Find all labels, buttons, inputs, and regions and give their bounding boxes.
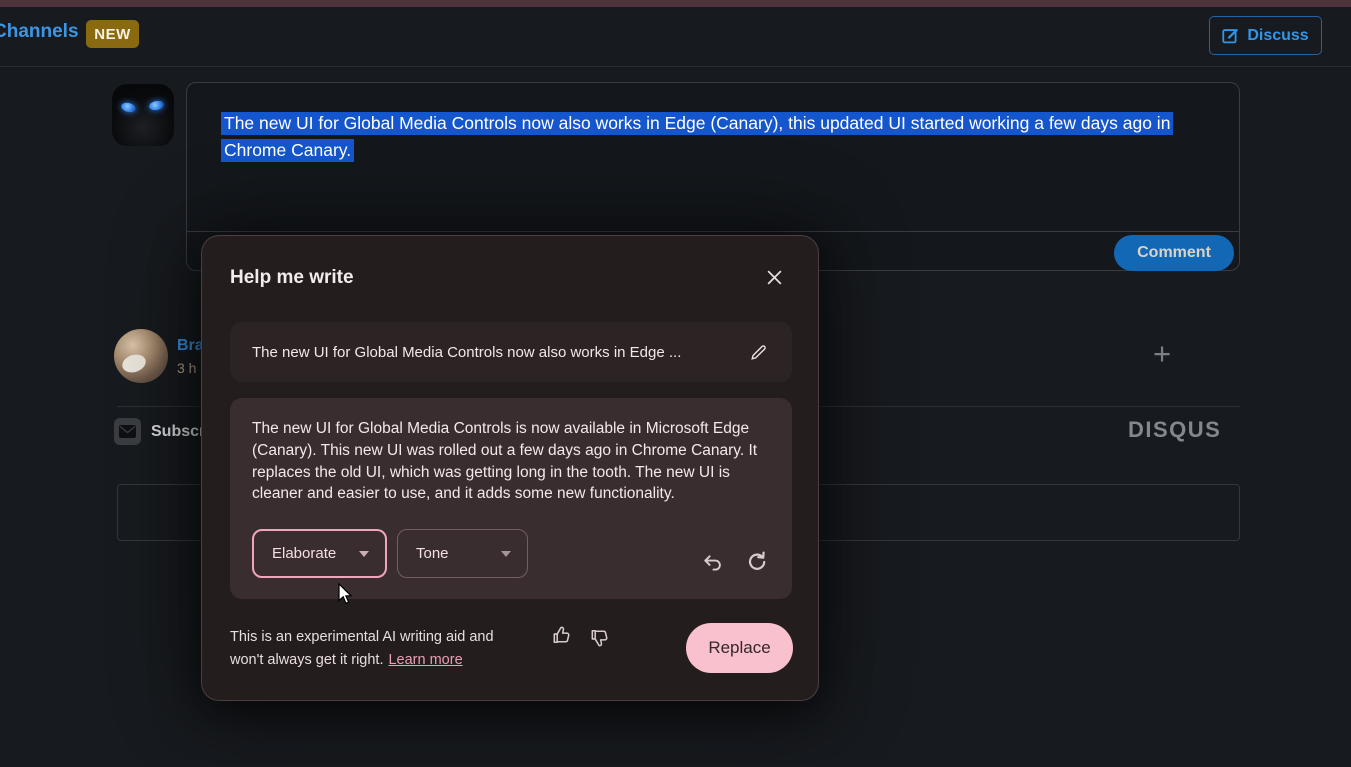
- tone-dropdown[interactable]: Tone: [397, 529, 528, 578]
- pencil-icon[interactable]: [749, 343, 768, 362]
- comment-button[interactable]: Comment: [1114, 235, 1234, 271]
- prompt-preview[interactable]: The new UI for Global Media Controls now…: [230, 322, 792, 382]
- cat-eye-icon: [120, 101, 137, 114]
- generated-text: The new UI for Global Media Controls is …: [252, 420, 758, 503]
- subscribe-control[interactable]: Subscr: [114, 418, 205, 445]
- generated-text-box: The new UI for Global Media Controls is …: [230, 398, 792, 599]
- help-me-write-dialog: Help me write The new UI for Global Medi…: [201, 235, 819, 701]
- chevron-down-icon: [359, 550, 369, 557]
- dialog-title: Help me write: [230, 267, 354, 288]
- plus-icon[interactable]: +: [1153, 336, 1171, 372]
- learn-more-link[interactable]: Learn more: [388, 652, 462, 668]
- page: Channels NEW Discuss The new UI for Glob…: [0, 0, 1351, 767]
- rewrite-option-label: Elaborate: [272, 545, 337, 562]
- discuss-label: Discuss: [1247, 26, 1309, 44]
- undo-button[interactable]: [701, 551, 724, 574]
- commenter-avatar: [112, 84, 174, 146]
- replace-button[interactable]: Replace: [686, 623, 793, 673]
- prompt-preview-text: The new UI for Global Media Controls now…: [252, 343, 682, 361]
- x-icon: [765, 268, 791, 287]
- comment-timestamp[interactable]: 3 h: [177, 360, 196, 376]
- mouse-cursor: [338, 582, 355, 611]
- rewrite-option-dropdown[interactable]: Elaborate: [252, 529, 387, 578]
- thumb-up-icon: [550, 624, 573, 647]
- comment-author-name[interactable]: Bra: [177, 337, 204, 355]
- subscribe-label: Subscr: [151, 422, 206, 440]
- new-badge: NEW: [86, 20, 139, 48]
- regenerate-button[interactable]: [745, 550, 769, 574]
- thumbs-down-button[interactable]: [588, 626, 611, 649]
- discuss-button[interactable]: Discuss: [1209, 16, 1322, 55]
- chevron-down-icon: [501, 550, 511, 557]
- thumb-down-icon: [588, 626, 611, 649]
- header-divider: [0, 66, 1351, 67]
- disclaimer-line1: This is an experimental AI writing aid a…: [230, 629, 494, 645]
- cat-eye-icon: [148, 99, 165, 112]
- close-button[interactable]: [765, 264, 791, 290]
- redo-arrow-icon: [745, 550, 769, 574]
- undo-arrow-icon: [701, 551, 724, 574]
- selected-text: The new UI for Global Media Controls now…: [221, 112, 1174, 162]
- envelope-icon: [114, 418, 141, 445]
- tone-label: Tone: [416, 545, 449, 562]
- thumbs-up-button[interactable]: [550, 624, 573, 647]
- compose-icon: [1222, 27, 1239, 44]
- disqus-logo[interactable]: DISQUS: [1128, 417, 1221, 443]
- comment-input[interactable]: The new UI for Global Media Controls now…: [221, 110, 1225, 164]
- channels-link[interactable]: Channels: [0, 21, 79, 43]
- top-accent-strip: [0, 0, 1351, 7]
- disclaimer: This is an experimental AI writing aid a…: [230, 626, 530, 672]
- comment-author-avatar[interactable]: [114, 329, 168, 383]
- disclaimer-line2: won't always get it right.: [230, 652, 384, 668]
